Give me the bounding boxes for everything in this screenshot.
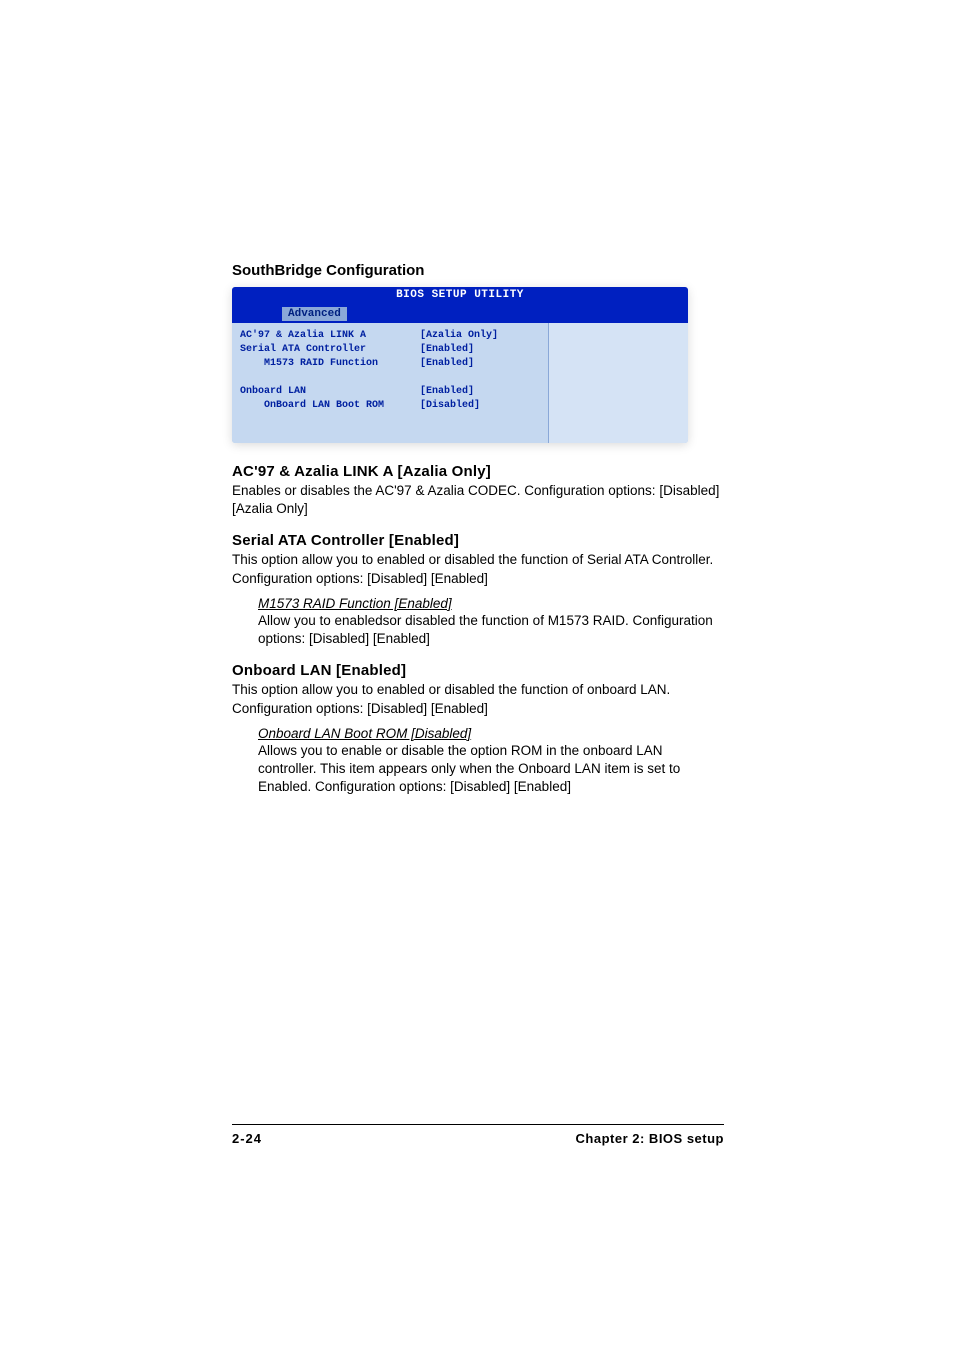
bios-header-title: BIOS SETUP UTILITY: [232, 287, 688, 303]
bios-setting-label: M1573 RAID Function: [240, 357, 420, 371]
bios-row: AC'97 & Azalia LINK A [Azalia Only]: [240, 329, 540, 343]
bios-setting-label: AC'97 & Azalia LINK A: [240, 329, 420, 343]
page-content: SouthBridge Configuration BIOS SETUP UTI…: [232, 262, 724, 796]
sub-item-block: M1573 RAID Function [Enabled] Allow you …: [258, 596, 724, 648]
item-heading: Onboard LAN [Enabled]: [232, 662, 724, 679]
item-heading: Serial ATA Controller [Enabled]: [232, 532, 724, 549]
bios-settings-pane: AC'97 & Azalia LINK A [Azalia Only] Seri…: [232, 323, 548, 443]
bios-setting-value: [Enabled]: [420, 385, 540, 399]
bios-row: Onboard LAN [Enabled]: [240, 385, 540, 399]
item-desc: Enables or disables the AC'97 & Azalia C…: [232, 482, 724, 518]
item-desc: This option allow you to enabled or disa…: [232, 681, 724, 717]
item-block: Serial ATA Controller [Enabled] This opt…: [232, 532, 724, 648]
page-number: 2-24: [232, 1131, 262, 1146]
sub-item-block: Onboard LAN Boot ROM [Disabled] Allows y…: [258, 726, 724, 797]
sub-item-title: M1573 RAID Function [Enabled]: [258, 596, 724, 611]
sub-item-desc: Allows you to enable or disable the opti…: [258, 742, 724, 797]
bios-tabs: Advanced: [232, 303, 688, 323]
section-title: SouthBridge Configuration: [232, 262, 724, 279]
bios-row: OnBoard LAN Boot ROM [Disabled]: [240, 399, 540, 413]
sub-item-title: Onboard LAN Boot ROM [Disabled]: [258, 726, 724, 741]
item-block: Onboard LAN [Enabled] This option allow …: [232, 662, 724, 796]
bios-row: M1573 RAID Function [Enabled]: [240, 357, 540, 371]
bios-setting-value: [Enabled]: [420, 343, 540, 357]
bios-setting-value: [Azalia Only]: [420, 329, 540, 343]
bios-setting-label: Serial ATA Controller: [240, 343, 420, 357]
spacer: [240, 371, 540, 385]
bios-setting-label: Onboard LAN: [240, 385, 420, 399]
bios-tab-advanced: Advanced: [282, 307, 347, 321]
item-heading: AC'97 & Azalia LINK A [Azalia Only]: [232, 463, 724, 480]
bios-body: AC'97 & Azalia LINK A [Azalia Only] Seri…: [232, 323, 688, 443]
bios-setting-value: [Enabled]: [420, 357, 540, 371]
bios-panel: BIOS SETUP UTILITY Advanced AC'97 & Azal…: [232, 287, 688, 443]
page-footer: 2-24 Chapter 2: BIOS setup: [232, 1124, 724, 1146]
chapter-label: Chapter 2: BIOS setup: [576, 1131, 724, 1146]
bios-setting-label: OnBoard LAN Boot ROM: [240, 399, 420, 413]
sub-item-desc: Allow you to enabledsor disabled the fun…: [258, 612, 724, 648]
bios-help-pane: [548, 323, 688, 443]
item-desc: This option allow you to enabled or disa…: [232, 551, 724, 587]
bios-row: Serial ATA Controller [Enabled]: [240, 343, 540, 357]
item-block: AC'97 & Azalia LINK A [Azalia Only] Enab…: [232, 463, 724, 518]
bios-setting-value: [Disabled]: [420, 399, 540, 413]
